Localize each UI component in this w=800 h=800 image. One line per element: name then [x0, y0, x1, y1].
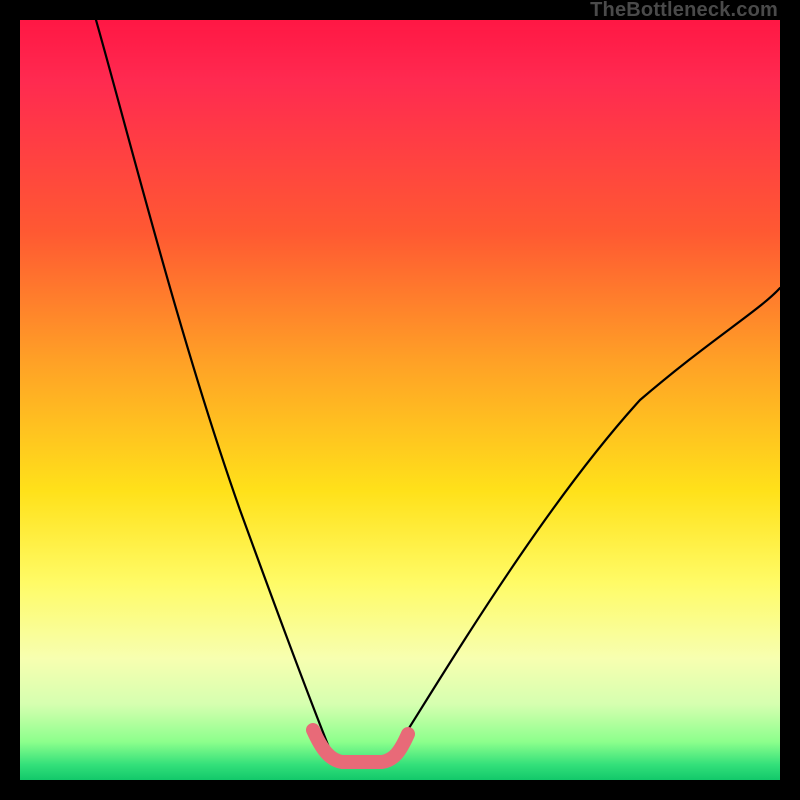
valley-highlight — [313, 730, 408, 762]
curve-overlay — [20, 20, 780, 780]
bottleneck-curve-right — [392, 288, 780, 755]
chart-frame: TheBottleneck.com — [0, 0, 800, 800]
attribution-text: TheBottleneck.com — [590, 0, 778, 20]
bottleneck-curve-left — [96, 20, 332, 755]
plot-area — [20, 20, 780, 780]
